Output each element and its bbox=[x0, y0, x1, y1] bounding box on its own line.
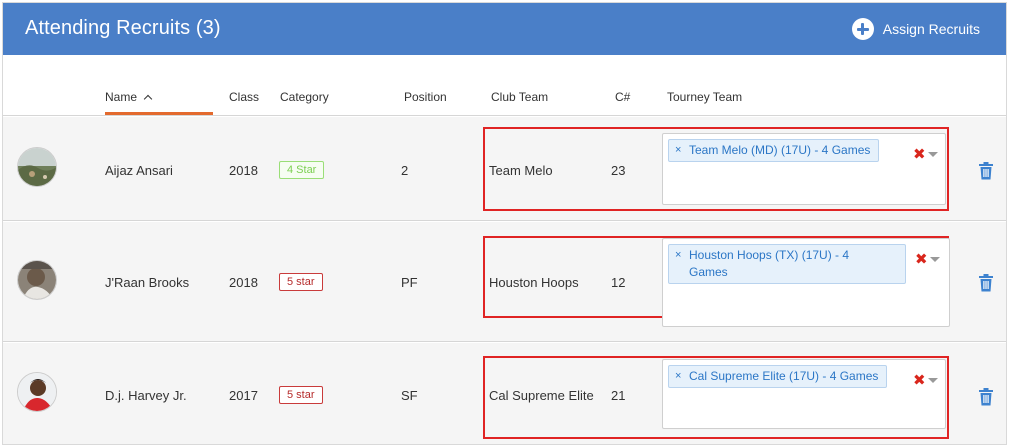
tourney-team-select[interactable]: × Cal Supreme Elite (17U) - 4 Games ✖ bbox=[662, 359, 946, 429]
avatar bbox=[17, 260, 57, 300]
category-badge: 5 star bbox=[279, 386, 323, 404]
recruit-class: 2018 bbox=[229, 163, 258, 178]
remove-tag-icon[interactable]: × bbox=[675, 368, 681, 385]
dropdown-arrow-icon[interactable] bbox=[930, 257, 940, 262]
recruit-name[interactable]: Aijaz Ansari bbox=[105, 163, 173, 178]
sort-ascending-icon bbox=[143, 94, 153, 104]
clear-selection-icon[interactable]: ✖ bbox=[915, 250, 928, 268]
category-badge: 5 star bbox=[279, 273, 323, 291]
tourney-team-select[interactable]: × Houston Hoops (TX) (17U) - 4 Games ✖ bbox=[662, 238, 950, 327]
column-header-tourney-team[interactable]: Tourney Team bbox=[667, 90, 742, 104]
column-header-position[interactable]: Position bbox=[404, 90, 447, 104]
c-number: 12 bbox=[611, 275, 626, 290]
c-number: 21 bbox=[611, 388, 626, 403]
column-header-category[interactable]: Category bbox=[280, 90, 329, 104]
recruit-class: 2017 bbox=[229, 388, 258, 403]
column-header-name-label: Name bbox=[105, 90, 138, 104]
dropdown-arrow-icon[interactable] bbox=[928, 152, 938, 157]
dropdown-arrow-icon[interactable] bbox=[928, 378, 938, 383]
column-header-name[interactable]: Name bbox=[105, 90, 153, 104]
remove-tag-icon[interactable]: × bbox=[675, 142, 681, 159]
club-team: Houston Hoops bbox=[489, 275, 579, 290]
recruit-position: SF bbox=[401, 388, 418, 403]
column-header-class[interactable]: Class bbox=[229, 90, 259, 104]
panel-header: Attending Recruits (3) Assign Recruits bbox=[3, 3, 1006, 55]
clear-selection-icon[interactable]: ✖ bbox=[913, 145, 926, 163]
remove-tag-icon[interactable]: × bbox=[675, 247, 681, 264]
table-header: Name Class Category Position Club Team C… bbox=[3, 55, 1006, 116]
assign-recruits-button[interactable]: Assign Recruits bbox=[851, 17, 980, 41]
attending-recruits-panel: Attending Recruits (3) Assign Recruits N… bbox=[2, 2, 1007, 445]
tourney-team-tag-label: Houston Hoops (TX) (17U) - 4 bbox=[689, 248, 850, 262]
sort-indicator bbox=[105, 112, 213, 115]
table-row: J'Raan Brooks 2018 5 star PF Houston Hoo… bbox=[3, 222, 1006, 342]
recruit-name[interactable]: J'Raan Brooks bbox=[105, 275, 189, 290]
tourney-team-tag-label: Team Melo (MD) (17U) - 4 Games bbox=[689, 143, 871, 157]
trash-icon[interactable] bbox=[978, 274, 994, 292]
tourney-team-select[interactable]: × Team Melo (MD) (17U) - 4 Games ✖ bbox=[662, 133, 946, 205]
tourney-team-tag-label: Cal Supreme Elite (17U) - 4 Games bbox=[689, 369, 879, 383]
trash-icon[interactable] bbox=[978, 162, 994, 180]
table-row: D.j. Harvey Jr. 2017 5 star SF Cal Supre… bbox=[3, 343, 1006, 444]
tourney-team-tag: × Team Melo (MD) (17U) - 4 Games bbox=[668, 139, 880, 162]
assign-recruits-label: Assign Recruits bbox=[882, 21, 980, 37]
category-badge: 4 Star bbox=[279, 161, 325, 179]
panel-title: Attending Recruits (3) bbox=[25, 17, 221, 39]
column-header-club-team[interactable]: Club Team bbox=[491, 90, 548, 104]
tourney-team-tag: × Houston Hoops (TX) (17U) - 4 Games bbox=[668, 244, 906, 284]
tourney-team-tag: × Cal Supreme Elite (17U) - 4 Games bbox=[668, 365, 888, 388]
recruit-class: 2018 bbox=[229, 275, 258, 290]
column-header-c-number[interactable]: C# bbox=[615, 90, 630, 104]
tourney-team-tag-label-continued: Games bbox=[689, 265, 728, 279]
plus-circle-icon bbox=[851, 18, 874, 40]
avatar bbox=[17, 147, 57, 187]
clear-selection-icon[interactable]: ✖ bbox=[913, 371, 926, 389]
club-team: Cal Supreme Elite bbox=[489, 388, 594, 403]
trash-icon[interactable] bbox=[978, 388, 994, 406]
recruit-position: 2 bbox=[401, 163, 409, 178]
c-number: 23 bbox=[611, 163, 626, 178]
avatar bbox=[17, 372, 57, 412]
club-team: Team Melo bbox=[489, 163, 553, 178]
table-row: Aijaz Ansari 2018 4 Star 2 Team Melo 23 … bbox=[3, 117, 1006, 221]
recruit-position: PF bbox=[401, 275, 418, 290]
recruit-name[interactable]: D.j. Harvey Jr. bbox=[105, 388, 187, 403]
